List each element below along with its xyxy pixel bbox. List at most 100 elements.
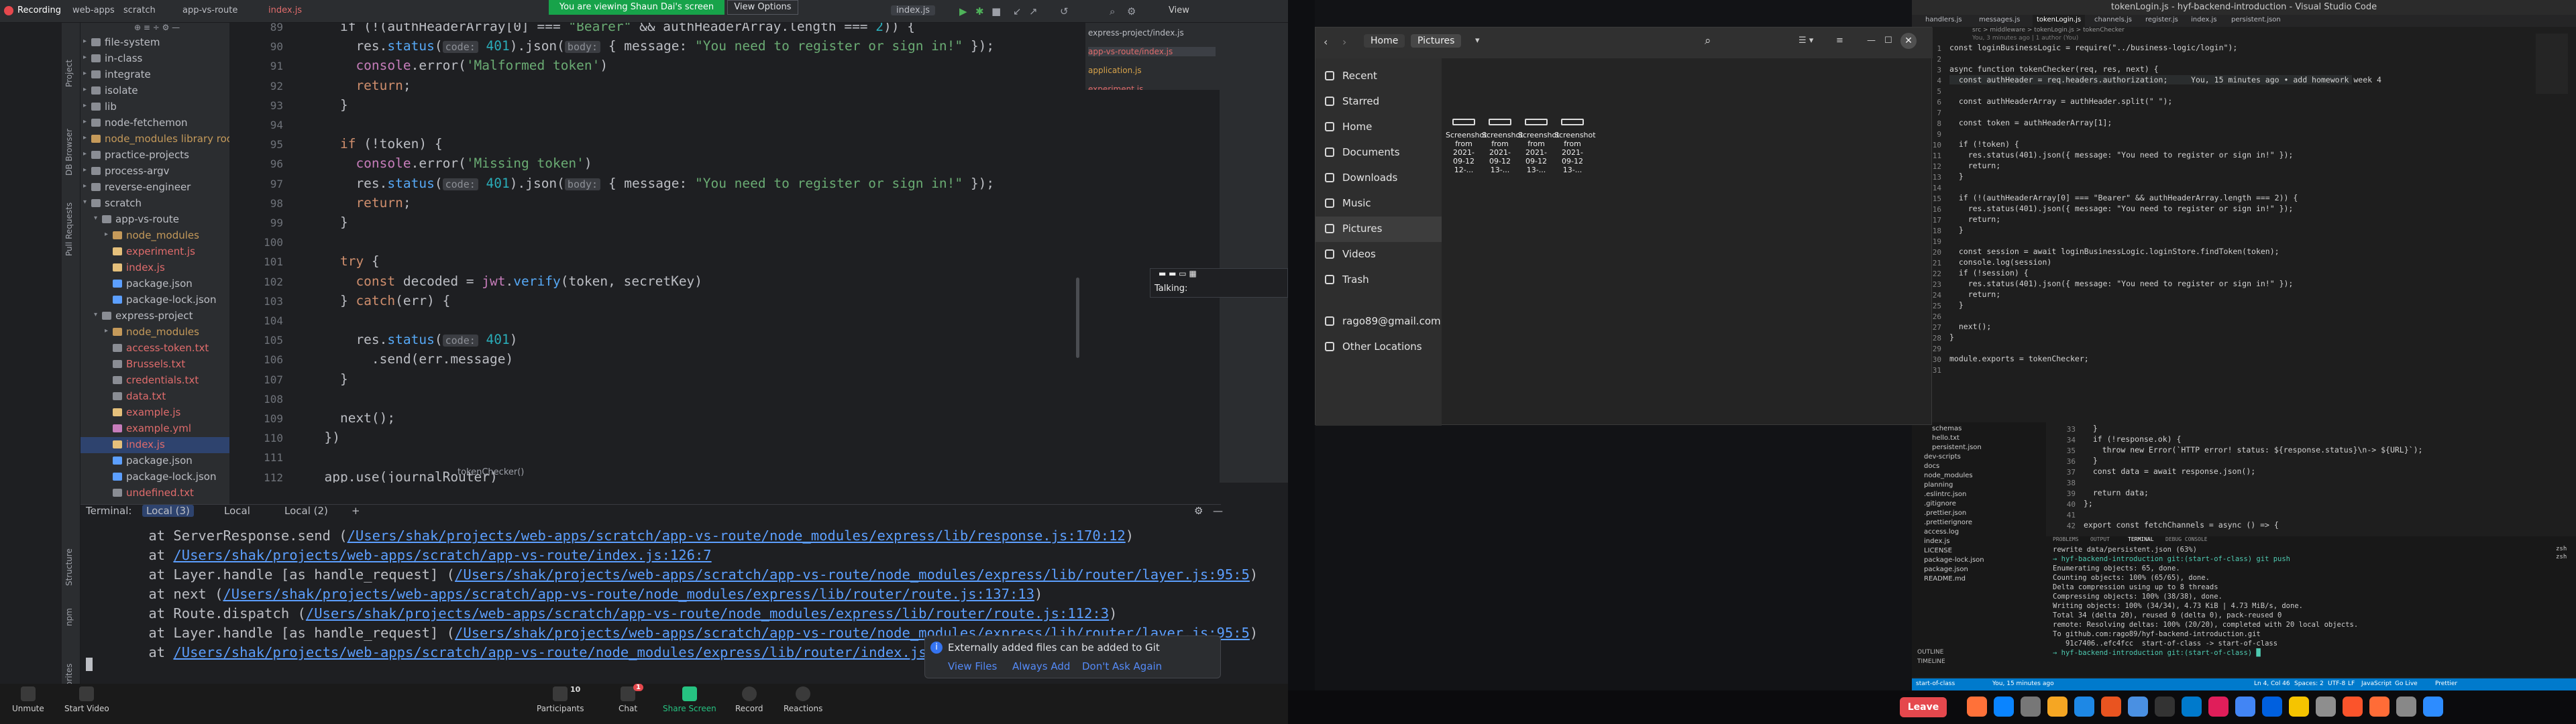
chevron-icon[interactable]: ▸ <box>83 182 87 190</box>
explorer-section-header[interactable]: OUTLINE <box>1917 649 1943 656</box>
files-icon[interactable] <box>2021 697 2041 717</box>
status-item[interactable]: LF <box>2348 680 2355 687</box>
recent-file-item[interactable]: application.js <box>1088 66 1142 75</box>
vscode-panel-tab[interactable]: TERMINAL <box>2128 536 2154 542</box>
chevron-icon[interactable]: ▸ <box>83 134 87 141</box>
back-icon[interactable]: ‹ <box>1324 36 1328 48</box>
files-sidebar-item[interactable]: Downloads <box>1316 166 1442 191</box>
vscode-breadcrumb[interactable]: src > middleware > tokenLogin.js > token… <box>1972 27 2125 34</box>
maximize-icon[interactable]: ☐ <box>1884 36 1892 46</box>
view-menu[interactable]: View <box>1169 5 1189 15</box>
editor-scrollbar[interactable] <box>1076 278 1079 358</box>
tree-item[interactable]: credentials.txt <box>80 373 229 389</box>
tree-item[interactable]: ▸ file-system <box>80 35 229 51</box>
explorer-item[interactable]: index.js <box>1924 538 1950 545</box>
path-pictures[interactable]: Pictures <box>1411 34 1462 48</box>
brave-icon[interactable] <box>2343 697 2363 717</box>
tree-item[interactable]: package.json <box>80 453 229 469</box>
status-item[interactable]: You, 15 minutes ago <box>1992 680 2054 687</box>
rhythmbox-icon[interactable] <box>2047 697 2068 717</box>
explorer-item[interactable]: dev-scripts <box>1924 453 1961 461</box>
files-sidebar-item[interactable]: Music <box>1316 191 1442 217</box>
tree-item[interactable]: Brussels.txt <box>80 357 229 373</box>
file-thumbnail[interactable]: Screenshot from 2021- 09-12 13-... <box>1554 119 1596 174</box>
tree-item[interactable]: experiment.js <box>80 244 229 260</box>
tree-item[interactable]: index.js <box>80 437 229 453</box>
minimize-icon[interactable]: — <box>1867 36 1876 46</box>
stack-frame-link[interactable]: /Users/shak/projects/web-apps/scratch/ap… <box>223 586 1034 602</box>
terminal-tab[interactable]: Local <box>224 505 250 517</box>
files-sidebar-item[interactable]: Home <box>1316 115 1442 140</box>
explorer-item[interactable]: access.log <box>1924 528 1959 536</box>
history-icon[interactable]: ↺ <box>1060 5 1069 17</box>
tree-item[interactable]: ▾ app-vs-route <box>80 212 229 228</box>
explorer-item[interactable]: .prettier.json <box>1924 509 1966 517</box>
explorer-item[interactable]: LICENSE <box>1924 547 1952 554</box>
stack-frame-link[interactable]: /Users/shak/projects/web-apps/scratch/ap… <box>173 547 711 563</box>
tree-item[interactable]: ▾ express-project <box>80 308 229 324</box>
run-icon[interactable]: ▶ <box>959 5 967 17</box>
files-sidebar-item[interactable]: Other Locations <box>1316 335 1442 360</box>
files-sidebar-item[interactable]: Trash <box>1316 267 1442 293</box>
tree-item[interactable]: example.js <box>80 405 229 421</box>
breadcrumb-item[interactable]: index.js <box>268 5 302 15</box>
chevron-icon[interactable]: ▸ <box>83 150 87 158</box>
settings-gear-icon[interactable]: ⚙ <box>1127 5 1136 17</box>
terminal-shell-tab[interactable]: zsh <box>2556 554 2567 560</box>
thunderbird-icon[interactable] <box>1994 697 2014 717</box>
chevron-icon[interactable]: ▸ <box>83 54 87 61</box>
files-sidebar-item[interactable]: Documents <box>1316 140 1442 166</box>
status-item[interactable]: start-of-class <box>1916 680 1955 687</box>
vscode-tab[interactable]: handlers.js <box>1925 16 1962 23</box>
view-options-button[interactable]: View Options <box>727 0 798 15</box>
view-toggle-icon[interactable]: ☰ ▾ <box>1799 36 1813 46</box>
zoom-leave-button[interactable]: Leave <box>1900 697 1947 717</box>
search-icon[interactable]: ⌕ <box>1110 5 1115 17</box>
status-item[interactable]: UTF-8 <box>2328 680 2345 687</box>
status-item[interactable]: Go Live <box>2395 680 2418 687</box>
software-icon[interactable] <box>2101 697 2121 717</box>
tree-item[interactable]: ▸ process-argv <box>80 164 229 180</box>
help-icon[interactable] <box>2128 697 2148 717</box>
chevron-icon[interactable]: ▸ <box>83 38 87 45</box>
tree-item[interactable]: ▾ scratch <box>80 196 229 212</box>
chevron-icon[interactable]: ▸ <box>105 231 108 238</box>
tree-item[interactable]: ▸ isolate <box>80 83 229 99</box>
explorer-item[interactable]: schemas <box>1932 425 1962 432</box>
tree-item[interactable]: access-token.txt <box>80 341 229 357</box>
chevron-icon[interactable]: ▸ <box>83 102 87 109</box>
file-thumbnail[interactable]: Screenshot from 2021- 09-12 13-... <box>1518 119 1560 174</box>
vscode-panel-tab[interactable]: PROBLEMS <box>2053 536 2079 542</box>
tree-item[interactable]: ▸ integrate <box>80 67 229 83</box>
recent-file-item[interactable]: express-project/index.js <box>1088 28 1184 38</box>
search-icon[interactable]: ⌕ <box>1705 34 1711 48</box>
terminal-tab[interactable]: Local (3) <box>142 505 194 517</box>
tree-item[interactable]: undefined.txt <box>80 485 229 501</box>
participants-button[interactable]: Participants 10 <box>537 684 584 713</box>
chevron-icon[interactable]: ▾ <box>94 311 97 318</box>
forward-icon[interactable]: › <box>1342 36 1346 48</box>
always-add-link[interactable]: Always Add <box>1012 660 1070 672</box>
explorer-item[interactable]: .gitignore <box>1924 500 1956 507</box>
files-sidebar-item[interactable]: Videos <box>1316 242 1442 267</box>
explorer-section-header[interactable]: TIMELINE <box>1917 658 1945 665</box>
explorer-item[interactable]: .prettierignore <box>1924 519 1972 526</box>
slack-icon[interactable] <box>2208 697 2229 717</box>
tree-item[interactable]: package-lock.json <box>80 469 229 485</box>
vscode-tab[interactable]: channels.js <box>2094 16 2132 23</box>
tool-structure[interactable]: Structure <box>64 548 74 586</box>
record-button[interactable]: Record <box>735 684 763 713</box>
breadcrumb-item[interactable]: scratch <box>123 5 156 15</box>
run-config-dropdown[interactable]: index.js <box>891 5 936 15</box>
chevron-icon[interactable]: ▸ <box>83 86 87 93</box>
explorer-item[interactable]: package.json <box>1924 566 1968 573</box>
terminal-icon[interactable] <box>2155 697 2175 717</box>
tree-item[interactable]: ▸ node_modules library root <box>80 131 229 147</box>
tree-item[interactable]: ▸ node_modules <box>80 228 229 244</box>
vscode-tab[interactable]: index.js <box>2191 16 2217 23</box>
explorer-item[interactable]: package-lock.json <box>1924 556 1984 564</box>
start-video-button[interactable]: Start Video <box>64 684 109 713</box>
menu-icon[interactable]: ≡ <box>1836 36 1843 46</box>
explorer-item[interactable]: planning <box>1924 481 1953 489</box>
reactions-button[interactable]: Reactions <box>784 684 822 713</box>
